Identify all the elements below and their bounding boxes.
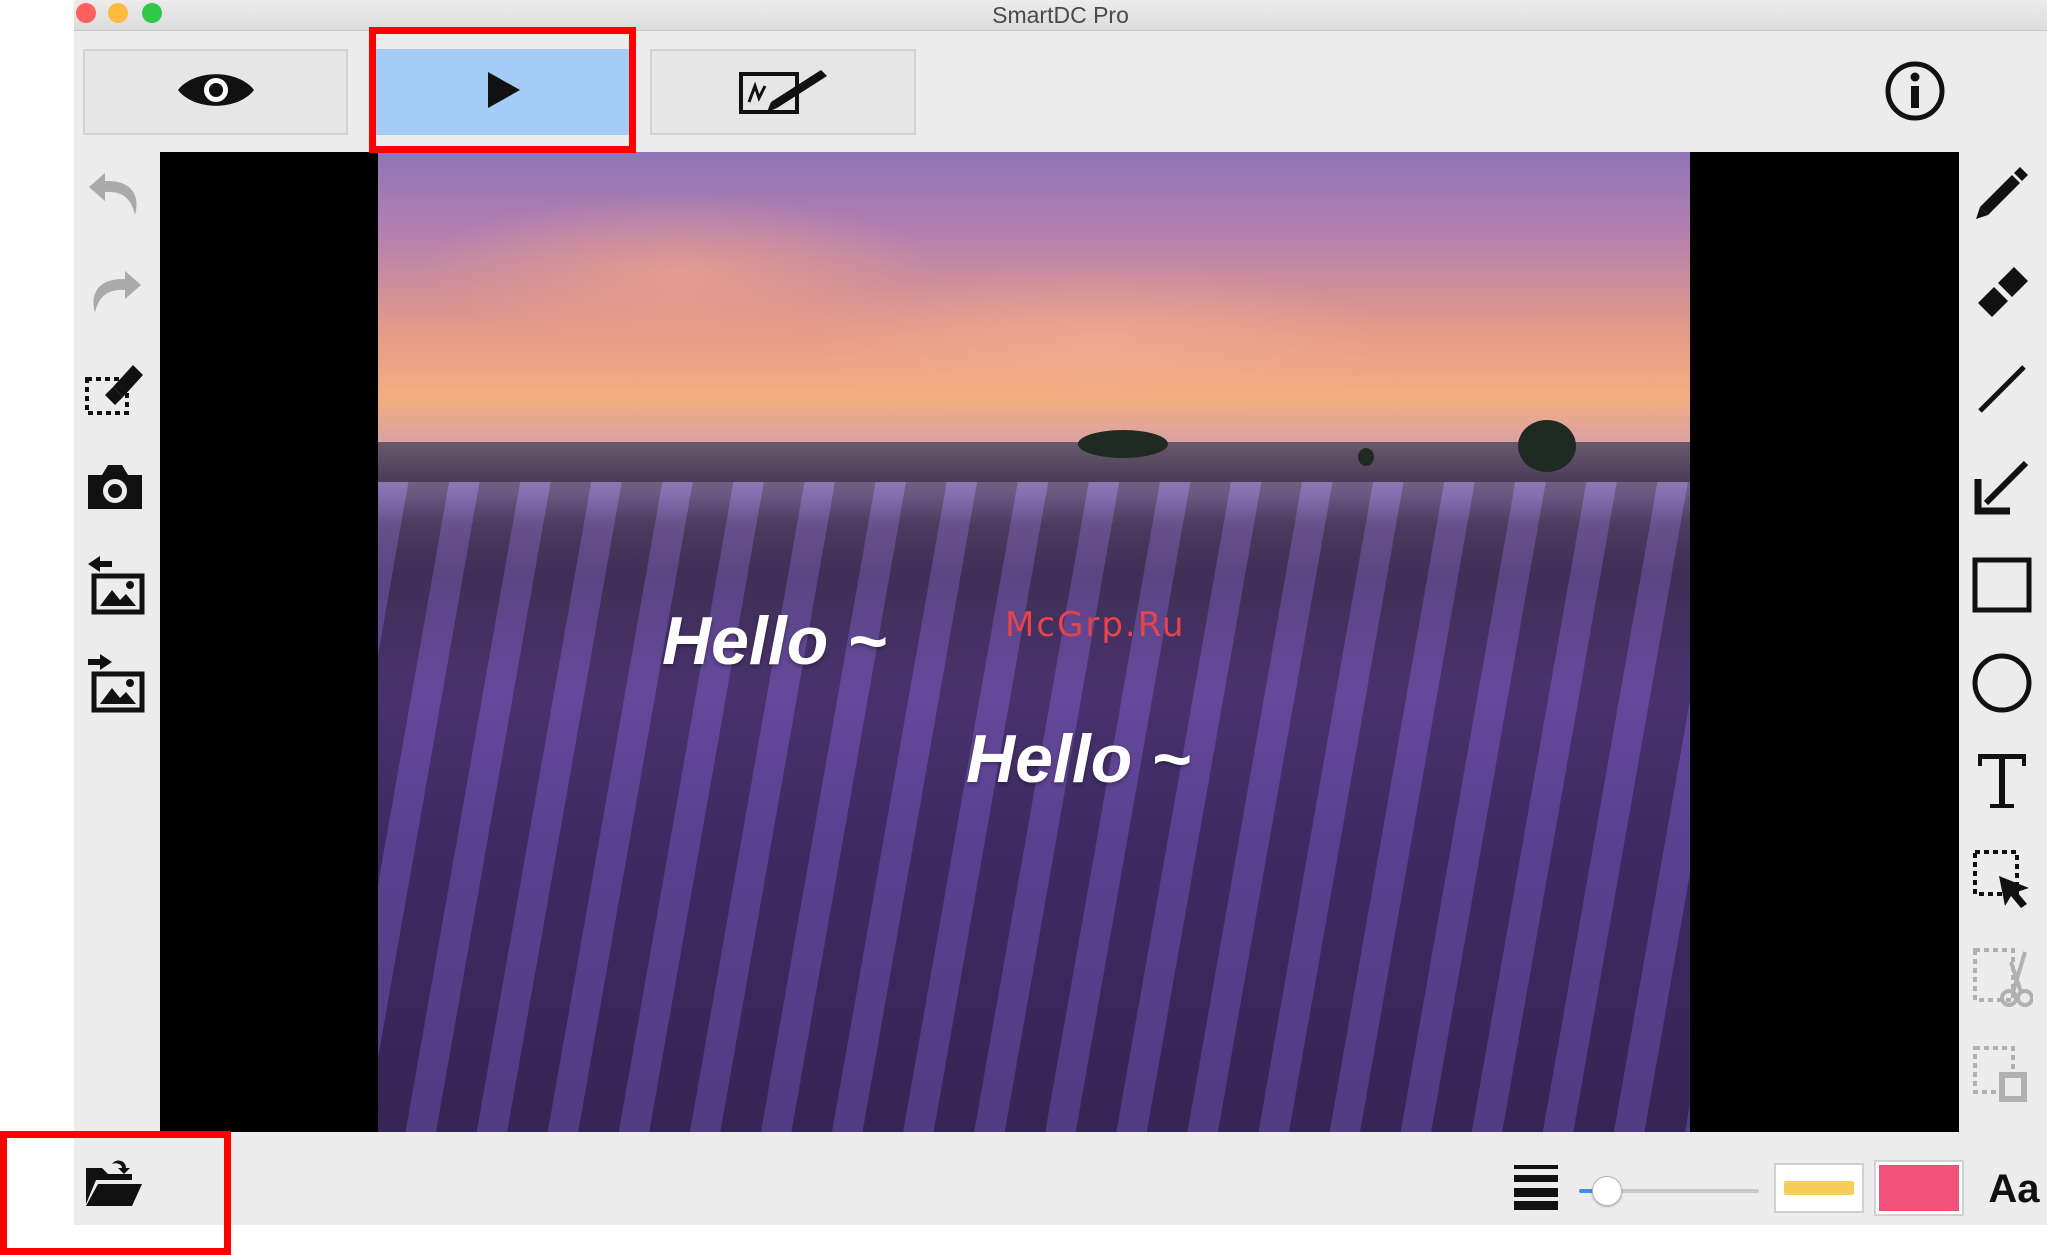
- whiteboard-pen-icon: [737, 62, 829, 123]
- line-weight-icon: [1512, 1161, 1560, 1216]
- paste-icon: [1971, 1044, 2033, 1111]
- stroke-color-button[interactable]: [1774, 1163, 1864, 1213]
- arrow-icon: [1972, 457, 2032, 522]
- info-icon: [1884, 60, 1946, 127]
- text-annotation[interactable]: Hello ~: [662, 602, 887, 680]
- left-toolbar: [74, 152, 160, 1132]
- eraser-tool-button[interactable]: [1969, 260, 2035, 326]
- app-window: SmartDC Pro Hello ~ Hello ~ McGrp.Ru Aa: [74, 0, 2047, 1225]
- text-tool-button[interactable]: [1969, 750, 2035, 816]
- eraser-icon: [1972, 261, 2032, 326]
- photo-tree: [1078, 430, 1168, 458]
- info-button[interactable]: [1884, 60, 1946, 127]
- annotate-mode-button[interactable]: [650, 49, 916, 135]
- eye-icon: [176, 67, 256, 118]
- capture-button[interactable]: [82, 456, 148, 522]
- select-tool-button[interactable]: [1969, 848, 2035, 914]
- photo-tree: [1518, 420, 1576, 472]
- text-icon: [1974, 750, 2030, 817]
- bottom-toolbar: [74, 1132, 2047, 1225]
- open-file-highlight: [0, 1131, 231, 1255]
- photo-horizon: [378, 442, 1690, 482]
- clear-selection-button[interactable]: [82, 358, 148, 424]
- photo-tree: [1358, 448, 1374, 466]
- select-icon: [1971, 848, 2033, 915]
- fill-color-swatch: [1879, 1165, 1959, 1211]
- undo-button[interactable]: [82, 162, 148, 228]
- export-image-icon: [84, 652, 146, 719]
- right-toolbar: [1959, 152, 2047, 1132]
- text-annotation[interactable]: Hello ~: [966, 720, 1191, 798]
- cut-tool-button[interactable]: [1969, 946, 2035, 1012]
- circle-tool-button[interactable]: [1969, 652, 2035, 718]
- import-image-icon: [84, 554, 146, 621]
- circle-icon: [1971, 652, 2033, 719]
- drawing-canvas[interactable]: Hello ~ Hello ~ McGrp.Ru: [160, 152, 1959, 1132]
- clear-selection-eraser-icon: [83, 359, 147, 424]
- rectangle-icon: [1971, 556, 2033, 619]
- pen-tool-button[interactable]: [1969, 162, 2035, 228]
- line-width-slider[interactable]: [1579, 1176, 1759, 1206]
- redo-button[interactable]: [82, 260, 148, 326]
- window-title: SmartDC Pro: [992, 2, 1129, 28]
- paste-tool-button[interactable]: [1969, 1044, 2035, 1110]
- rectangle-tool-button[interactable]: [1969, 554, 2035, 620]
- arrow-tool-button[interactable]: [1969, 456, 2035, 522]
- photo-cloud: [798, 262, 1398, 422]
- line-tool-button[interactable]: [1969, 358, 2035, 424]
- line-weight-button[interactable]: [1506, 1158, 1566, 1218]
- import-image-button[interactable]: [82, 554, 148, 620]
- pen-icon: [1972, 163, 2032, 228]
- fill-color-button[interactable]: [1874, 1160, 1964, 1216]
- preview-mode-button[interactable]: [83, 49, 348, 135]
- stroke-color-swatch: [1784, 1181, 1854, 1195]
- slider-thumb[interactable]: [1592, 1176, 1622, 1206]
- redo-icon: [85, 263, 145, 324]
- export-image-button[interactable]: [82, 652, 148, 718]
- undo-icon: [85, 165, 145, 226]
- camera-icon: [84, 461, 146, 518]
- cut-icon: [1971, 946, 2034, 1013]
- font-button[interactable]: Aa: [1984, 1164, 2044, 1214]
- play-mode-highlight: [369, 27, 636, 153]
- line-icon: [1972, 359, 2032, 424]
- photo-lavender-rows: [378, 482, 1690, 1132]
- watermark-text: McGrp.Ru: [1005, 605, 1186, 645]
